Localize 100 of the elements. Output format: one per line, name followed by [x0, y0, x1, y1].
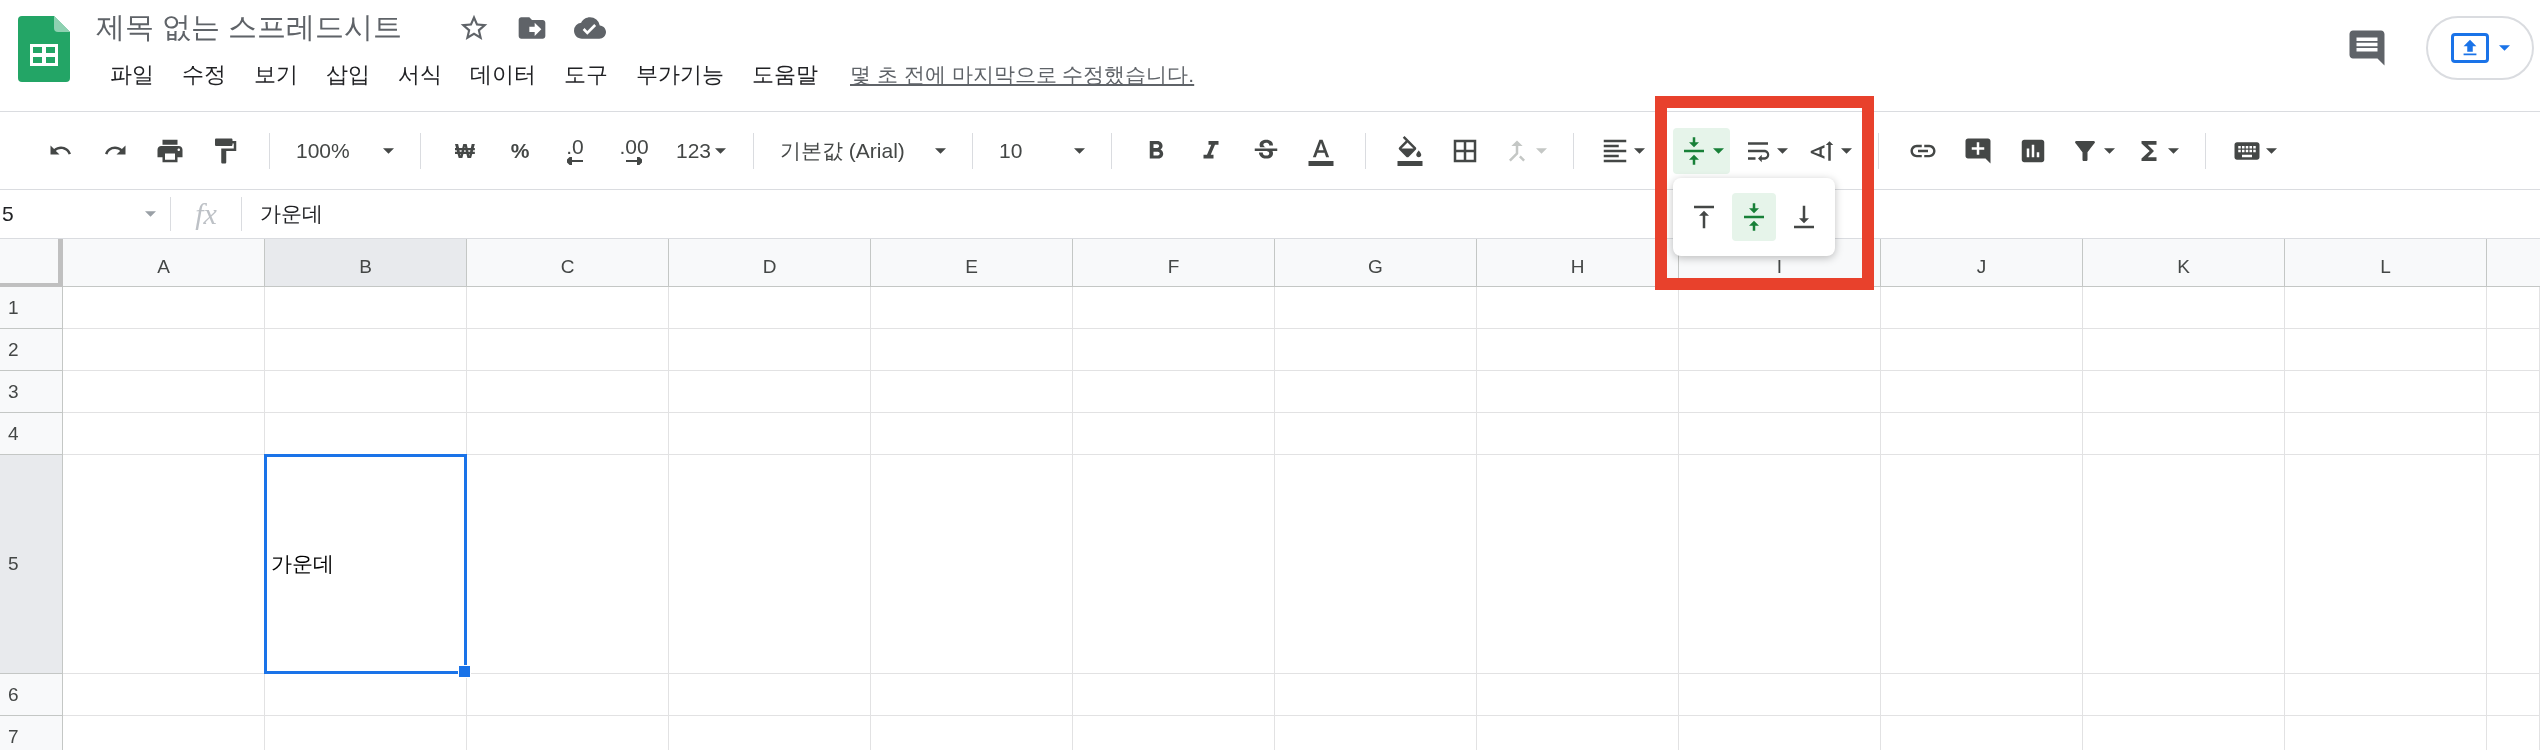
menu-item[interactable]: 도구 — [550, 56, 622, 94]
table-cell[interactable] — [669, 371, 871, 413]
table-cell[interactable] — [467, 371, 669, 413]
menu-item[interactable]: 서식 — [384, 56, 456, 94]
table-cell[interactable] — [2487, 455, 2540, 674]
table-cell[interactable] — [669, 455, 871, 674]
table-cell[interactable] — [467, 329, 669, 371]
table-cell[interactable] — [265, 287, 467, 329]
table-cell[interactable] — [2285, 674, 2487, 716]
table-cell[interactable] — [1679, 674, 1881, 716]
table-cell[interactable] — [63, 329, 265, 371]
table-cell[interactable] — [2285, 329, 2487, 371]
table-cell[interactable] — [63, 674, 265, 716]
table-cell[interactable] — [1881, 287, 2083, 329]
column-header[interactable]: G — [1275, 239, 1477, 287]
column-header[interactable]: B — [265, 239, 467, 287]
last-edit-link[interactable]: 몇 초 전에 마지막으로 수정했습니다. — [850, 61, 1195, 89]
table-cell[interactable] — [1477, 413, 1679, 455]
menu-item[interactable]: 부가기능 — [622, 56, 738, 94]
table-cell[interactable] — [1275, 287, 1477, 329]
row-header[interactable]: 4 — [0, 413, 63, 455]
select-all-corner[interactable] — [0, 239, 63, 287]
table-cell[interactable] — [2487, 287, 2540, 329]
table-cell[interactable] — [1477, 455, 1679, 674]
table-cell[interactable] — [1073, 455, 1275, 674]
column-header[interactable]: F — [1073, 239, 1275, 287]
table-cell[interactable] — [1073, 287, 1275, 329]
table-cell[interactable] — [2487, 329, 2540, 371]
table-cell[interactable] — [1275, 674, 1477, 716]
row-header[interactable]: 3 — [0, 371, 63, 413]
zoom-dropdown[interactable]: 100% — [290, 127, 400, 174]
align-option[interactable] — [1732, 192, 1776, 241]
row-header[interactable]: 5 — [0, 455, 63, 674]
table-cell[interactable] — [2083, 329, 2285, 371]
name-box[interactable]: 5 — [0, 202, 170, 226]
table-cell[interactable] — [669, 413, 871, 455]
column-header[interactable]: D — [669, 239, 871, 287]
table-cell[interactable] — [1679, 287, 1881, 329]
table-cell[interactable] — [2487, 413, 2540, 455]
table-cell[interactable] — [1881, 455, 2083, 674]
table-cell[interactable] — [2487, 674, 2540, 716]
table-cell[interactable] — [2285, 371, 2487, 413]
table-cell[interactable] — [1477, 674, 1679, 716]
column-header[interactable]: H — [1477, 239, 1679, 287]
table-cell[interactable] — [1073, 329, 1275, 371]
menu-item[interactable]: 데이터 — [456, 56, 550, 94]
table-cell[interactable] — [1275, 455, 1477, 674]
table-cell[interactable] — [2083, 413, 2285, 455]
row-header[interactable]: 7 — [0, 716, 63, 750]
table-cell[interactable] — [2083, 455, 2285, 674]
table-cell[interactable] — [265, 371, 467, 413]
percent-button[interactable]: % — [496, 127, 544, 174]
table-cell[interactable] — [1073, 674, 1275, 716]
column-header[interactable]: L — [2285, 239, 2487, 287]
table-cell[interactable] — [1679, 371, 1881, 413]
column-header[interactable]: K — [2083, 239, 2285, 287]
row-header[interactable]: 6 — [0, 674, 63, 716]
table-cell[interactable] — [1275, 329, 1477, 371]
table-cell[interactable] — [467, 674, 669, 716]
table-cell[interactable] — [2083, 674, 2285, 716]
table-cell[interactable] — [669, 329, 871, 371]
menu-item[interactable]: 삽입 — [312, 56, 384, 94]
table-cell[interactable] — [1477, 329, 1679, 371]
table-cell[interactable] — [1881, 674, 2083, 716]
table-cell[interactable] — [871, 287, 1073, 329]
table-cell[interactable] — [1881, 413, 2083, 455]
table-cell[interactable] — [1679, 329, 1881, 371]
number-format-dropdown[interactable]: 123 — [669, 127, 733, 174]
increase-decimal-button[interactable]: .00 — [606, 127, 662, 174]
table-cell[interactable] — [1881, 329, 2083, 371]
menu-item[interactable]: 수정 — [168, 56, 240, 94]
font-dropdown[interactable]: 기본값 (Arial) — [774, 127, 952, 174]
table-cell[interactable] — [871, 329, 1073, 371]
table-cell[interactable] — [2285, 455, 2487, 674]
menu-item[interactable]: 파일 — [96, 56, 168, 94]
column-header[interactable]: A — [63, 239, 265, 287]
font-size-dropdown[interactable]: 10 — [993, 127, 1091, 174]
row-header[interactable]: 1 — [0, 287, 63, 329]
column-header[interactable]: E — [871, 239, 1073, 287]
currency-button[interactable]: ₩ — [441, 127, 489, 174]
table-cell[interactable] — [871, 413, 1073, 455]
row-header[interactable]: 2 — [0, 329, 63, 371]
table-cell[interactable] — [871, 455, 1073, 674]
menu-item[interactable]: 보기 — [240, 56, 312, 94]
table-cell[interactable] — [871, 371, 1073, 413]
fill-handle[interactable] — [458, 665, 471, 678]
table-cell[interactable] — [1275, 413, 1477, 455]
table-cell[interactable] — [2083, 371, 2285, 413]
column-header[interactable] — [2487, 239, 2540, 287]
table-cell[interactable] — [63, 371, 265, 413]
table-cell[interactable] — [2285, 287, 2487, 329]
table-cell[interactable] — [2083, 287, 2285, 329]
table-cell[interactable] — [1073, 371, 1275, 413]
table-cell[interactable] — [2285, 413, 2487, 455]
table-cell[interactable] — [265, 329, 467, 371]
table-cell[interactable] — [669, 287, 871, 329]
table-cell[interactable] — [467, 287, 669, 329]
column-header[interactable]: C — [467, 239, 669, 287]
document-title[interactable]: 제목 없는 스프레드시트 — [96, 8, 403, 48]
table-cell[interactable] — [2487, 371, 2540, 413]
